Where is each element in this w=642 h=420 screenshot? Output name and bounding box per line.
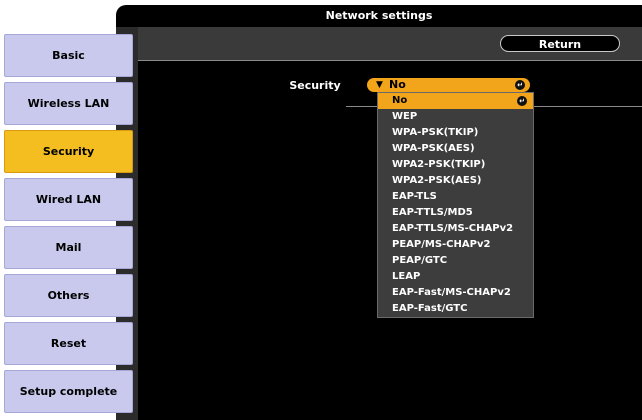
- toolbar-divider: [138, 60, 642, 61]
- security-option-wpa-psk-tkip[interactable]: WPA-PSK(TKIP): [378, 125, 533, 141]
- security-option-eap-tls[interactable]: EAP-TLS: [378, 189, 533, 205]
- window-title: Network settings: [325, 9, 433, 22]
- security-dropdown-list: No ↵ WEP WPA-PSK(TKIP) WPA-PSK(AES) WPA2…: [377, 92, 534, 318]
- security-option-eap-fast-ms-chapv2[interactable]: EAP-Fast/MS-CHAPv2: [378, 285, 533, 301]
- security-option-eap-fast-gtc[interactable]: EAP-Fast/GTC: [378, 301, 533, 317]
- sidebar-item-basic[interactable]: Basic: [4, 34, 133, 77]
- sidebar-item-reset[interactable]: Reset: [4, 322, 133, 365]
- security-option-leap[interactable]: LEAP: [378, 269, 533, 285]
- dropdown-arrow-icon: ▼: [376, 80, 383, 90]
- sidebar-item-mail[interactable]: Mail: [4, 226, 133, 269]
- enter-icon: ↵: [517, 96, 527, 106]
- security-label: Security: [289, 79, 341, 92]
- security-option-wpa2-psk-tkip[interactable]: WPA2-PSK(TKIP): [378, 157, 533, 173]
- security-option-no[interactable]: No ↵: [378, 93, 533, 109]
- security-selected-value: No: [389, 78, 406, 91]
- security-select[interactable]: ▼ No ↵: [367, 78, 530, 92]
- security-option-peap-ms-chapv2[interactable]: PEAP/MS-CHAPv2: [378, 237, 533, 253]
- security-option-eap-ttls-md5[interactable]: EAP-TTLS/MD5: [378, 205, 533, 221]
- security-option-peap-gtc[interactable]: PEAP/GTC: [378, 253, 533, 269]
- sidebar-item-setup-complete[interactable]: Setup complete: [4, 370, 133, 413]
- enter-icon: ↵: [515, 80, 525, 90]
- return-button[interactable]: Return: [500, 35, 620, 52]
- security-option-wep[interactable]: WEP: [378, 109, 533, 125]
- sidebar-item-wired-lan[interactable]: Wired LAN: [4, 178, 133, 221]
- security-option-eap-ttls-ms-chapv2[interactable]: EAP-TTLS/MS-CHAPv2: [378, 221, 533, 237]
- security-option-wpa2-psk-aes[interactable]: WPA2-PSK(AES): [378, 173, 533, 189]
- sidebar-item-others[interactable]: Others: [4, 274, 133, 317]
- sidebar-item-wireless-lan[interactable]: Wireless LAN: [4, 82, 133, 125]
- sidebar-item-security[interactable]: Security: [4, 130, 133, 173]
- security-option-wpa-psk-aes[interactable]: WPA-PSK(AES): [378, 141, 533, 157]
